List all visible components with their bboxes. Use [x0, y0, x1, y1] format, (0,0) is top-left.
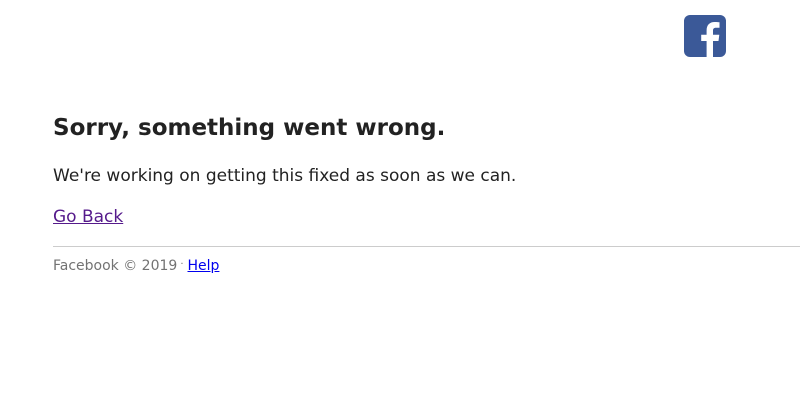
footer-separator: · [180, 259, 184, 270]
help-link[interactable]: Help [188, 258, 220, 274]
facebook-logo-icon[interactable] [684, 15, 726, 57]
footer: Facebook © 2019 · Help [53, 256, 219, 278]
error-message: We're working on getting this fixed as s… [53, 166, 517, 186]
footer-divider [53, 246, 800, 247]
error-page: Sorry, something went wrong. We're worki… [0, 0, 800, 409]
copyright-text: Facebook © 2019 [53, 258, 178, 274]
go-back-link[interactable]: Go Back [53, 205, 123, 229]
error-title: Sorry, something went wrong. [53, 115, 446, 141]
